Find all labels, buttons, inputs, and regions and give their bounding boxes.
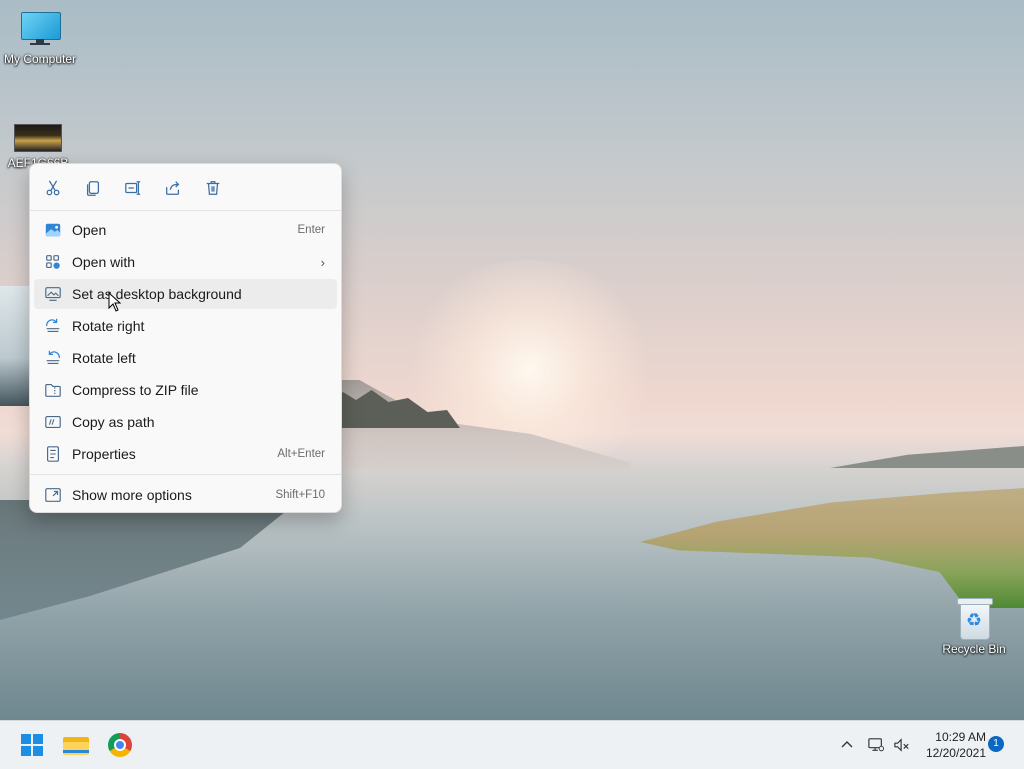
chevron-right-icon: ›	[320, 254, 325, 270]
network-icon	[868, 738, 884, 752]
taskbar: 10:29 AM 12/20/2021	[0, 720, 1024, 769]
menu-item-shortcut: Shift+F10	[275, 489, 325, 501]
properties-icon	[43, 444, 63, 464]
menu-item-properties[interactable]: Properties Alt+Enter	[34, 439, 337, 469]
menu-item-label: Open with	[72, 254, 136, 270]
menu-item-label: Rotate right	[72, 318, 145, 334]
desktop-icon-recycle-bin[interactable]: ♻ Recycle Bin	[934, 598, 1014, 656]
chrome-icon	[108, 733, 132, 757]
copy-icon	[86, 181, 100, 196]
copy-path-icon	[43, 412, 63, 432]
menu-item-label: Open	[72, 222, 107, 238]
menu-item-compress-zip[interactable]: Compress to ZIP file	[34, 375, 337, 405]
recycle-bin-icon: ♻	[957, 598, 993, 640]
zip-icon	[43, 380, 63, 400]
show-hidden-icons-button[interactable]	[838, 736, 856, 754]
menu-item-open[interactable]: Open Enter	[34, 215, 337, 245]
notification-badge[interactable]: 1	[988, 736, 1004, 752]
menu-item-label: Compress to ZIP file	[72, 382, 199, 398]
context-menu: Open Enter Open with › Set as desktop ba…	[29, 163, 342, 513]
chevron-up-icon	[841, 741, 853, 748]
cut-button[interactable]	[40, 176, 66, 200]
menu-item-set-desktop-background[interactable]: Set as desktop background	[34, 279, 337, 309]
monitor-icon	[19, 12, 61, 45]
menu-item-shortcut: Enter	[297, 224, 326, 236]
rotate-right-icon	[43, 316, 63, 336]
image-icon	[43, 220, 63, 240]
system-tray	[838, 721, 912, 769]
desktop-icon-label: My Computer	[3, 52, 77, 66]
menu-item-open-with[interactable]: Open with ›	[34, 247, 337, 277]
delete-icon	[206, 181, 220, 195]
clock-date: 12/20/2021	[925, 746, 986, 760]
menu-item-label: Rotate left	[72, 350, 136, 366]
menu-separator	[30, 210, 341, 211]
menu-item-copy-as-path[interactable]: Copy as path	[34, 407, 337, 437]
rename-icon	[125, 181, 141, 195]
file-explorer-icon	[63, 735, 89, 755]
menu-item-show-more-options[interactable]: Show more options Shift+F10	[34, 480, 337, 510]
start-button[interactable]	[16, 729, 48, 761]
context-menu-toolbar	[30, 164, 341, 210]
menu-item-label: Show more options	[72, 487, 192, 503]
network-button[interactable]	[866, 736, 886, 754]
menu-item-label: Copy as path	[72, 414, 155, 430]
cut-icon	[46, 180, 60, 196]
wallpaper-far-shore	[830, 446, 1024, 468]
menu-item-rotate-right[interactable]: Rotate right	[34, 311, 337, 341]
share-icon	[166, 181, 180, 195]
copy-button[interactable]	[80, 176, 106, 200]
rotate-left-icon	[43, 348, 63, 368]
open-with-icon	[43, 252, 63, 272]
desktop-background-icon	[43, 284, 63, 304]
menu-item-rotate-left[interactable]: Rotate left	[34, 343, 337, 373]
file-explorer-button[interactable]	[60, 729, 92, 761]
rename-button[interactable]	[120, 176, 146, 200]
menu-item-shortcut: Alt+Enter	[277, 448, 325, 460]
mouse-cursor-icon	[108, 292, 122, 312]
menu-separator	[30, 474, 341, 475]
volume-muted-icon	[894, 738, 909, 752]
chrome-button[interactable]	[104, 729, 136, 761]
image-thumbnail-icon	[14, 124, 62, 152]
clock[interactable]: 10:29 AM 12/20/2021	[918, 729, 986, 761]
volume-button[interactable]	[892, 736, 912, 754]
menu-item-label: Properties	[72, 446, 136, 462]
desktop-icon-my-computer[interactable]: My Computer	[0, 10, 80, 66]
delete-button[interactable]	[200, 176, 226, 200]
share-button[interactable]	[160, 176, 186, 200]
show-more-icon	[43, 485, 63, 505]
clock-time: 10:29 AM	[935, 730, 986, 744]
desktop-icon-label: Recycle Bin	[942, 642, 1006, 656]
windows-start-icon	[21, 734, 43, 756]
